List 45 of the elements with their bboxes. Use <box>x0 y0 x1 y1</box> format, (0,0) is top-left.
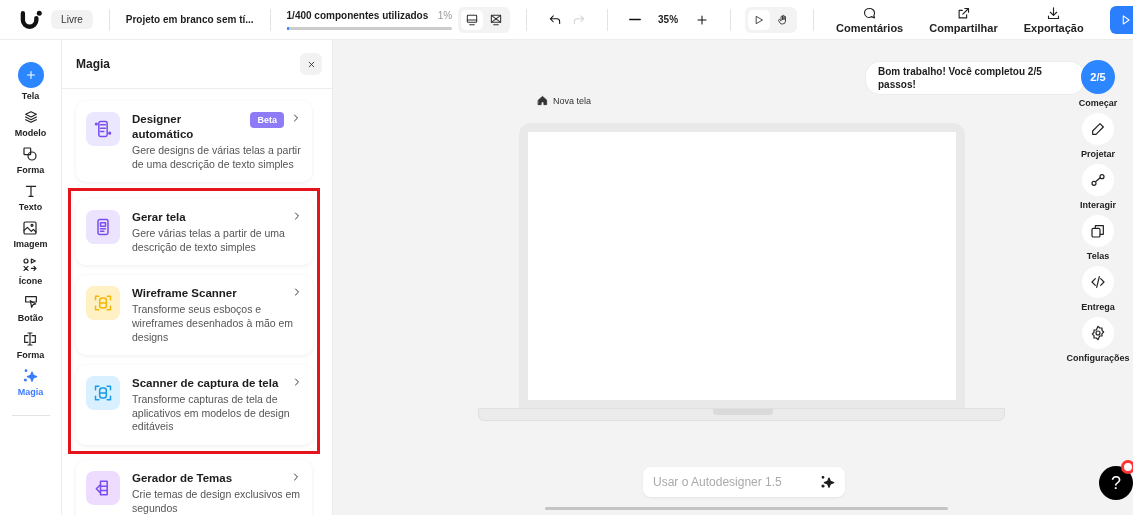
progress-message: Bom trabalho! Você completou 2/5 passos! <box>866 62 1084 94</box>
side-action-label: Configurações <box>1066 353 1130 363</box>
side-action-label: Telas <box>1086 251 1110 261</box>
card-description: Gere várias telas a partir de uma descrição de texto simples <box>132 227 286 255</box>
help-button[interactable]: ? <box>1099 466 1133 500</box>
rail-item[interactable]: Modelo <box>14 109 47 138</box>
plan-badge: Livre <box>51 10 93 29</box>
rail-item[interactable]: Botão <box>17 294 44 323</box>
card-description: Gere designs de várias telas a partir de uma descrição de texto simples <box>132 143 302 172</box>
card-description: Crie temas de design exclusivos em segundos <box>132 488 302 515</box>
beta-badge: Beta <box>250 112 284 128</box>
card-title: Scanner de captura de tela <box>132 376 280 392</box>
card-title: Wireframe Scanner <box>132 286 238 302</box>
rail-item[interactable]: Texto <box>18 183 43 212</box>
panel-title: Magia <box>76 57 110 71</box>
side-action-label: Interagir <box>1080 200 1116 210</box>
rail-item[interactable]: Ícone <box>18 257 43 286</box>
magic-card[interactable]: Gerar tela Gere várias telas a partir de uma descrição de texto simples <box>76 199 313 266</box>
magic-card[interactable]: Gerador de Temas Crie temas de design exclusivos em segundos <box>76 460 312 515</box>
toolbar-action[interactable]: Exportação <box>1023 5 1084 34</box>
usage-label: 1/400 componentes utilizados <box>286 9 429 21</box>
card-title: Gerar tela <box>132 210 187 226</box>
zoom-level: 35% <box>658 14 679 25</box>
rail-item[interactable]: Forma <box>16 331 45 360</box>
card-title: Designer automático <box>132 112 195 142</box>
magic-card[interactable]: Wireframe Scanner Transforme seus esboços e wireframes desenhados à mão em designs <box>76 275 313 356</box>
magic-card[interactable]: Scanner de captura de tela Transforme capturas de tela de aplicativos em modelos de design editáveis <box>76 365 313 446</box>
card-description: Transforme capturas de tela de aplicativos em modelos de design editáveis <box>132 393 291 435</box>
rail-item[interactable]: Forma <box>16 146 45 175</box>
magic-card[interactable]: Designer automático Beta Gere designs de várias telas a partir de uma descrição de texto simples <box>76 101 312 183</box>
toolbar-action[interactable]: Compartilhar <box>929 5 998 34</box>
side-action-label: Projetar <box>1081 149 1115 159</box>
side-action-label: Entrega <box>1081 302 1115 312</box>
project-title[interactable]: Projeto em branco sem tí... <box>125 14 254 25</box>
side-action-label: Começar <box>1078 98 1118 108</box>
progress-button[interactable]: 2/5 <box>1081 60 1115 94</box>
screen-label: Nova tela <box>553 95 592 106</box>
prompt-field[interactable]: Usar o Autodesigner 1.5 <box>643 467 845 497</box>
usage-percent: 1% <box>437 9 453 21</box>
rail-item[interactable]: Tela <box>17 62 44 101</box>
rail-item[interactable]: Magia <box>17 368 44 397</box>
rail-item[interactable]: Imagem <box>13 220 48 249</box>
card-description: Transforme seus esboços e wireframes desenhados à mão em designs <box>132 303 295 345</box>
toolbar-action[interactable]: Comentários <box>836 5 904 34</box>
card-title: Gerador de Temas <box>132 471 234 487</box>
